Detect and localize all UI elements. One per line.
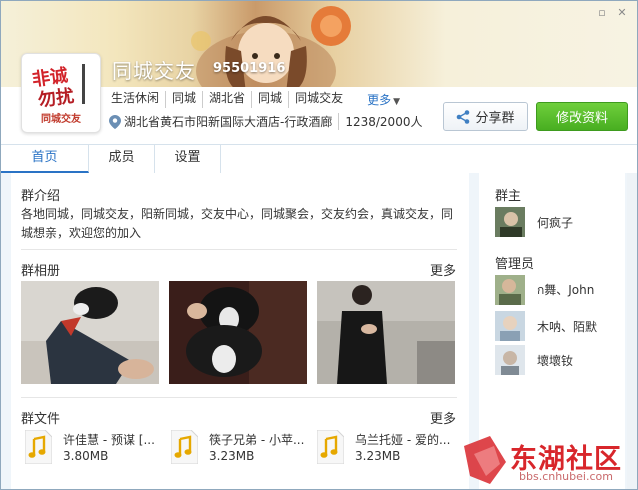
tab-home[interactable]: 首页 bbox=[1, 145, 89, 173]
minimize-icon[interactable]: ▫ bbox=[595, 7, 609, 19]
intro-text: 各地同城，同城交友，阳新同城，交友中心，同城聚会，交友约会，真诚交友，同城想亲，… bbox=[21, 207, 454, 240]
member-name: 壞壞钕 bbox=[537, 353, 574, 368]
file-name: 乌兰托娅 - 爱的... bbox=[355, 433, 451, 447]
file-item[interactable]: 许佳慧 - 预谋 [... 3.80MB bbox=[25, 429, 170, 469]
group-location: 湖北省黄石市阳新国际大酒店-行政酒廊 bbox=[124, 115, 333, 129]
avatar bbox=[495, 311, 525, 341]
tab-bar: 首页 成员 设置 bbox=[1, 144, 637, 174]
watermark-url: bbs.cnhubei.com bbox=[519, 470, 613, 483]
files-more-link[interactable]: 更多 bbox=[430, 408, 456, 427]
more-tags-label: 更多 bbox=[367, 93, 392, 107]
group-avatar[interactable]: 非诚 勿扰 同城交友 bbox=[21, 53, 101, 133]
file-size: 3.23MB bbox=[355, 449, 401, 463]
file-item[interactable]: 乌兰托娅 - 爱的... 3.23MB bbox=[317, 429, 462, 469]
edit-profile-button[interactable]: 修改资料 bbox=[536, 102, 628, 131]
tag-item[interactable]: 同城交友 bbox=[288, 91, 349, 108]
owner-member[interactable]: 何疯子 bbox=[495, 207, 573, 237]
location-row: 湖北省黄石市阳新国际大酒店-行政酒廊 1238/2000人 bbox=[109, 113, 422, 130]
music-file-icon bbox=[171, 430, 198, 464]
share-icon bbox=[457, 109, 470, 124]
intro-title: 群介绍 bbox=[21, 189, 61, 204]
photo-dog-leg bbox=[21, 281, 159, 384]
music-file-icon bbox=[317, 430, 344, 464]
member-name: ก舞、John bbox=[537, 282, 595, 297]
group-id: 95501916 bbox=[213, 61, 286, 76]
admin-member[interactable]: ก舞、John bbox=[495, 275, 594, 305]
close-icon[interactable]: ✕ bbox=[615, 7, 629, 19]
logo-caption: 同城交友 bbox=[41, 114, 81, 125]
divider bbox=[21, 397, 457, 398]
photo-puppy bbox=[169, 281, 307, 384]
member-count: 1238/2000人 bbox=[338, 113, 422, 130]
owner-title: 群主 bbox=[495, 189, 522, 204]
file-name: 筷子兄弟 - 小苹... bbox=[209, 433, 305, 447]
tag-item[interactable]: 生活休闲 bbox=[111, 91, 165, 108]
group-title: 同城交友 bbox=[112, 59, 196, 83]
file-item[interactable]: 筷子兄弟 - 小苹... 3.23MB bbox=[171, 429, 316, 469]
tab-members[interactable]: 成员 bbox=[89, 145, 155, 173]
album-photo[interactable] bbox=[169, 281, 307, 384]
group-profile-window: ▫ ✕ 非诚 勿扰 同城交友 同城交友 95501916 生活休闲 同城 湖北省… bbox=[0, 0, 638, 490]
share-group-button[interactable]: 分享群 bbox=[443, 102, 528, 131]
file-name: 许佳慧 - 预谋 [... bbox=[63, 433, 155, 447]
more-tags-dropdown[interactable]: 更多 ▼ bbox=[349, 91, 400, 108]
tag-item[interactable]: 湖北省 bbox=[202, 91, 251, 108]
album-more-link[interactable]: 更多 bbox=[430, 260, 456, 279]
album-title: 群相册 bbox=[21, 264, 61, 279]
admin-member[interactable]: 木呐、陌默 bbox=[495, 311, 597, 341]
album-photo[interactable] bbox=[317, 281, 455, 384]
banner-illustration bbox=[191, 6, 351, 93]
member-name: 何疯子 bbox=[537, 215, 574, 230]
tag-item[interactable]: 同城 bbox=[165, 91, 202, 108]
file-size: 3.23MB bbox=[209, 449, 255, 463]
member-name: 木呐、陌默 bbox=[537, 319, 598, 334]
group-tags: 生活休闲 同城 湖北省 同城 同城交友 更多 ▼ bbox=[111, 91, 400, 108]
avatar bbox=[495, 345, 525, 375]
admins-title: 管理员 bbox=[495, 257, 535, 272]
photo-person bbox=[317, 281, 455, 384]
location-pin-icon bbox=[109, 114, 121, 129]
album-photo[interactable] bbox=[21, 281, 159, 384]
edit-profile-label: 修改资料 bbox=[555, 111, 608, 126]
main-panel: 群介绍 各地同城，同城交友，阳新同城，交友中心，同城聚会，交友约会，真诚交友，同… bbox=[11, 173, 469, 489]
divider bbox=[21, 249, 457, 250]
tag-item[interactable]: 同城 bbox=[251, 91, 288, 108]
avatar bbox=[495, 275, 525, 305]
caret-down-icon: ▼ bbox=[393, 97, 401, 107]
group-logo-graphic: 非诚 勿扰 bbox=[31, 64, 85, 108]
share-group-label: 分享群 bbox=[475, 111, 515, 126]
file-size: 3.80MB bbox=[63, 449, 109, 463]
admin-member[interactable]: 壞壞钕 bbox=[495, 345, 573, 375]
music-file-icon bbox=[25, 430, 52, 464]
avatar bbox=[495, 207, 525, 237]
tab-settings[interactable]: 设置 bbox=[155, 145, 221, 173]
files-title: 群文件 bbox=[21, 412, 61, 427]
